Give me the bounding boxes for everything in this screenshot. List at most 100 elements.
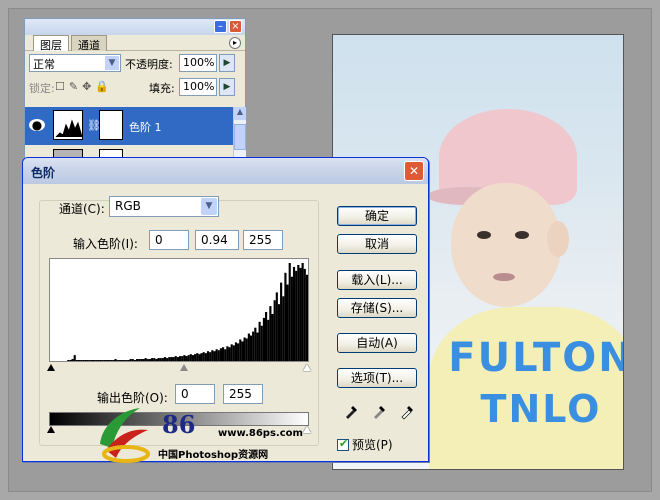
layer-name[interactable]: 色阶 1 [129, 119, 162, 135]
histogram-bar [95, 360, 98, 361]
histogram-bar [222, 347, 225, 361]
histogram-bar [232, 345, 235, 361]
input-gamma-field[interactable]: 0.94 [195, 230, 239, 250]
scrollbar-thumb[interactable] [234, 124, 246, 150]
white-eyedropper-icon[interactable] [399, 402, 415, 420]
histogram-bar [118, 360, 121, 361]
histogram-bar [99, 360, 102, 361]
channel-value: RGB [115, 199, 141, 213]
input-black-field[interactable]: 0 [149, 230, 189, 250]
histogram-bar [258, 321, 261, 361]
checkbox-checked-icon[interactable] [337, 437, 349, 451]
watermark-site-name: 中国Photoshop资源网 [158, 450, 269, 461]
photo-eye-right [515, 231, 529, 239]
histogram-bar [189, 354, 192, 361]
input-white-slider[interactable] [303, 364, 311, 371]
histogram-bar [176, 357, 179, 361]
close-icon[interactable]: ✕ [404, 161, 424, 181]
photo-ear [547, 221, 569, 257]
fill-field[interactable]: 100% [179, 78, 217, 96]
histogram-bar [112, 360, 115, 361]
histogram [49, 258, 309, 362]
histogram-bar [217, 350, 220, 361]
histogram-bar [254, 327, 257, 361]
histogram-bar [105, 360, 109, 361]
histogram-bar [284, 272, 287, 361]
input-black-slider[interactable] [47, 364, 55, 371]
histogram-bar [191, 355, 195, 361]
cancel-button[interactable]: 取消 [337, 234, 417, 254]
ok-button[interactable]: 确定 [337, 206, 417, 226]
opacity-arrow-icon[interactable]: ▶ [219, 54, 235, 72]
histogram-bar [157, 358, 160, 361]
histogram-bar [245, 338, 248, 361]
minimize-icon[interactable]: – [214, 20, 227, 33]
watermark: 86 www.86ps.com 中国Photoshop资源网 [92, 404, 322, 464]
histogram-bar [198, 354, 201, 361]
histogram-bar [292, 266, 296, 361]
histogram-bar [151, 358, 154, 361]
options-button[interactable]: 选项(T)... [337, 368, 417, 388]
histogram-bar [82, 360, 85, 361]
histogram-bar [155, 359, 158, 361]
input-white-field[interactable]: 255 [243, 230, 283, 250]
shirt-print-line1: FULTON [448, 335, 624, 381]
histogram-bar [88, 360, 91, 361]
fill-arrow-icon[interactable]: ▶ [219, 78, 235, 96]
output-black-field[interactable]: 0 [175, 384, 215, 404]
histogram-bar [226, 346, 229, 361]
opacity-field[interactable]: 100% [179, 54, 217, 72]
layer-row-levels[interactable]: ● ⛓ 色阶 1 [25, 107, 233, 145]
histogram-bar [159, 358, 162, 361]
histogram-bar [206, 351, 210, 361]
histogram-bar [194, 354, 197, 361]
histogram-bar [224, 349, 227, 361]
channel-select[interactable]: RGB ▼ [109, 196, 219, 217]
input-gamma-slider[interactable] [180, 364, 188, 371]
histogram-bar [153, 358, 156, 361]
load-button[interactable]: 载入(L)... [337, 270, 417, 290]
histogram-bar [305, 274, 308, 361]
histogram-bar [142, 359, 145, 361]
histogram-bar [108, 360, 111, 361]
close-icon[interactable]: × [229, 20, 242, 33]
dialog-titlebar[interactable]: 色阶 ✕ [23, 158, 428, 184]
histogram-bar [84, 360, 87, 361]
output-white-field[interactable]: 255 [223, 384, 263, 404]
histogram-bar [301, 263, 304, 361]
histogram-bar [265, 312, 268, 361]
lock-options-icon[interactable]: ☐✎✥🔒 [55, 80, 113, 93]
histogram-bar [267, 319, 270, 361]
visibility-eye-icon[interactable]: ● [29, 119, 45, 131]
blend-mode-select[interactable]: 正常 ▼ [29, 54, 121, 72]
histogram-bar [185, 356, 188, 361]
tab-layers[interactable]: 图层 [33, 35, 69, 52]
histogram-bar [303, 268, 306, 361]
preview-checkbox[interactable]: 预览(P) [337, 436, 393, 453]
scroll-up-icon[interactable]: ▲ [234, 107, 246, 120]
layers-panel-titlebar[interactable]: – × [25, 19, 245, 35]
output-black-slider[interactable] [47, 426, 55, 433]
histogram-bar [271, 313, 274, 361]
histogram-bar [133, 360, 136, 361]
histogram-bar [80, 360, 83, 361]
save-button[interactable]: 存储(S)... [337, 298, 417, 318]
gray-eyedropper-icon[interactable] [371, 402, 387, 420]
auto-button[interactable]: 自动(A) [337, 333, 417, 353]
opacity-label: 不透明度: [125, 58, 173, 71]
layer-mask-thumbnail[interactable] [99, 110, 123, 140]
black-eyedropper-icon[interactable] [343, 402, 359, 420]
histogram-bar [181, 356, 184, 361]
histogram-bar [275, 292, 278, 361]
photo-face [451, 183, 561, 307]
shirt-print-line2: TNLO [480, 387, 602, 431]
histogram-bar [196, 353, 199, 361]
tab-channels[interactable]: 通道 [71, 35, 107, 52]
histogram-bar [241, 341, 244, 361]
histogram-bar [146, 359, 149, 361]
blend-mode-value: 正常 [33, 58, 55, 71]
histogram-bar [200, 353, 203, 361]
histogram-bar [67, 360, 70, 361]
histogram-bar [144, 358, 147, 361]
panel-menu-icon[interactable]: ▸ [229, 37, 241, 49]
